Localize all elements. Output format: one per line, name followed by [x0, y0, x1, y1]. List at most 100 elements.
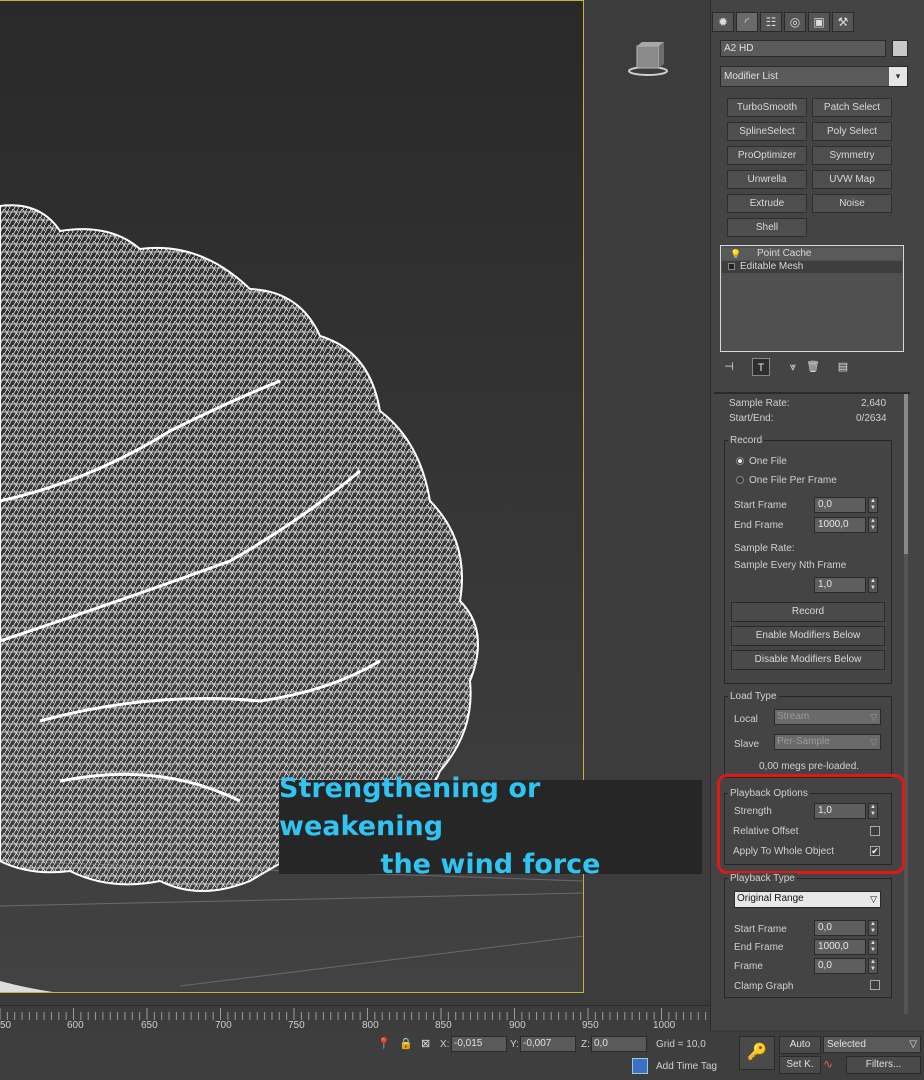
set-key-button[interactable]: Set K.: [779, 1056, 821, 1074]
splineselect-button[interactable]: SplineSelect: [727, 122, 807, 141]
dropdown-value: Stream: [777, 711, 810, 722]
chevron-down-icon: ▾: [889, 67, 907, 86]
slave-dropdown[interactable]: Per-Sample ▽: [774, 734, 881, 750]
one-file-per-frame-label: One File Per Frame: [749, 475, 837, 486]
spinner-arrows-icon[interactable]: ▲ ▼: [868, 939, 878, 955]
viewcube-icon[interactable]: [628, 40, 668, 76]
spinner-arrows-icon[interactable]: ▲ ▼: [868, 920, 878, 936]
timeline-tick-label: 950: [582, 1020, 599, 1031]
auto-key-button[interactable]: Auto: [779, 1036, 821, 1054]
timeline-ruler[interactable]: [0, 1005, 710, 1032]
timeline-tick-label: 600: [67, 1020, 84, 1031]
spinner-arrows-icon[interactable]: ▲ ▼: [868, 517, 878, 533]
y-coordinate-field[interactable]: -0,007: [520, 1036, 576, 1052]
chevron-down-icon: ▽: [870, 894, 877, 904]
pin-stack-icon[interactable]: ⊣: [720, 358, 738, 376]
set-key-icon[interactable]: 🔑: [739, 1036, 775, 1070]
turbosmooth-button[interactable]: TurboSmooth: [727, 98, 807, 117]
object-name-field[interactable]: A2 HD: [720, 40, 886, 57]
highlight-outline: [717, 774, 905, 874]
stack-item-point-cache[interactable]: 💡 Point Cache: [722, 248, 902, 260]
dropdown-value: Selected: [827, 1039, 866, 1050]
start-frame-spinner[interactable]: 0,0 ▲ ▼: [814, 497, 880, 513]
frame-spinner[interactable]: 0,0 ▲ ▼: [814, 958, 880, 974]
one-file-per-frame-radio[interactable]: [736, 476, 744, 484]
spinner-arrows-icon[interactable]: ▲ ▼: [868, 577, 878, 593]
local-dropdown[interactable]: Stream ▽: [774, 709, 881, 725]
shell-button[interactable]: Shell: [727, 218, 807, 237]
playback-type-dropdown[interactable]: Original Range ▽: [734, 891, 881, 908]
chevron-down-icon: ▽: [870, 737, 877, 747]
remove-modifier-icon[interactable]: 🗑: [804, 358, 822, 376]
make-unique-icon[interactable]: ⩔: [784, 358, 802, 376]
caption-line-1: Strengthening or weakening: [279, 773, 541, 842]
isolate-selection-icon[interactable]: 📍: [377, 1037, 391, 1050]
modifier-list-label: Modifier List: [724, 71, 778, 82]
record-button[interactable]: Record: [731, 602, 885, 622]
spinner-field[interactable]: 0,0: [814, 958, 866, 974]
lightbulb-icon[interactable]: 💡: [730, 248, 741, 260]
spinner-arrows-icon[interactable]: ▲ ▼: [868, 958, 878, 974]
timeline-tick-label: 700: [215, 1020, 232, 1031]
start-end-value: 0/2634: [856, 413, 887, 424]
poly-select-button[interactable]: Poly Select: [812, 122, 892, 141]
spinner-arrows-icon[interactable]: ▲ ▼: [868, 497, 878, 513]
motion-icon[interactable]: ◎: [784, 12, 806, 32]
display-icon[interactable]: ▣: [808, 12, 830, 32]
one-file-label: One File: [749, 456, 787, 467]
sample-nth-spinner[interactable]: 1,0 ▲ ▼: [814, 577, 880, 593]
utilities-icon[interactable]: ⚒: [832, 12, 854, 32]
modifier-list-dropdown[interactable]: Modifier List ▾: [720, 66, 908, 87]
noise-button[interactable]: Noise: [812, 194, 892, 213]
disable-modifiers-below-button[interactable]: Disable Modifiers Below: [731, 650, 885, 670]
one-file-radio[interactable]: [736, 457, 744, 465]
z-coordinate-field[interactable]: 0,0: [591, 1036, 647, 1052]
start-end-label: Start/End:: [729, 413, 774, 424]
time-tag-icon[interactable]: [632, 1058, 648, 1074]
expand-icon[interactable]: [728, 263, 735, 270]
key-filters-button[interactable]: Filters...: [846, 1056, 921, 1074]
create-icon[interactable]: ✹: [712, 12, 734, 32]
x-label: X:: [440, 1039, 450, 1050]
sample-rate-label: Sample Rate:: [729, 398, 790, 409]
sample-rate-value: 2,640: [861, 398, 887, 409]
uvw-map-button[interactable]: UVW Map: [812, 170, 892, 189]
modify-icon[interactable]: ◜: [736, 12, 758, 32]
add-time-tag-button[interactable]: Add Time Tag: [656, 1061, 717, 1072]
modifier-stack[interactable]: 💡 Point Cache Editable Mesh: [720, 245, 904, 352]
timeline-tick-label: 800: [362, 1020, 379, 1031]
timeline-tick-label: 900: [509, 1020, 526, 1031]
spinner-field[interactable]: 1000,0: [814, 517, 866, 533]
spinner-field[interactable]: 0,0: [814, 920, 866, 936]
spinner-field[interactable]: 0,0: [814, 497, 866, 513]
patch-select-button[interactable]: Patch Select: [812, 98, 892, 117]
x-coordinate-field[interactable]: -0,015: [451, 1036, 507, 1052]
object-color-swatch[interactable]: [892, 40, 908, 57]
key-filter-selected-dropdown[interactable]: Selected ▽: [823, 1036, 921, 1053]
dropdown-value: Per-Sample: [777, 736, 830, 747]
record-sample-rate-label: Sample Rate:: [734, 543, 795, 554]
y-label: Y:: [510, 1039, 519, 1050]
show-end-result-icon[interactable]: T: [752, 358, 770, 376]
stack-item-label: Editable Mesh: [740, 261, 804, 272]
rollout-scrollbar[interactable]: [904, 394, 908, 1014]
spinner-field[interactable]: 1000,0: [814, 939, 866, 955]
configure-modifier-sets-icon[interactable]: ▤: [834, 358, 852, 376]
prooptimizer-button[interactable]: ProOptimizer: [727, 146, 807, 165]
absolute-mode-icon[interactable]: ⊠: [421, 1037, 430, 1050]
curve-editor-icon[interactable]: ∿: [823, 1057, 833, 1071]
spinner-field[interactable]: 1,0: [814, 577, 866, 593]
stack-item-label: Point Cache: [757, 248, 812, 259]
hierarchy-icon[interactable]: ☷: [760, 12, 782, 32]
lock-icon[interactable]: 🔒: [399, 1037, 413, 1050]
unwrella-button[interactable]: Unwrella: [727, 170, 807, 189]
tutorial-caption: Strengthening or weakening the wind forc…: [279, 773, 702, 880]
clamp-graph-checkbox[interactable]: [870, 980, 880, 990]
enable-modifiers-below-button[interactable]: Enable Modifiers Below: [731, 626, 885, 646]
stack-item-editable-mesh[interactable]: Editable Mesh: [722, 261, 902, 273]
symmetry-button[interactable]: Symmetry: [812, 146, 892, 165]
pt-start-frame-spinner[interactable]: 0,0 ▲ ▼: [814, 920, 880, 936]
extrude-button[interactable]: Extrude: [727, 194, 807, 213]
pt-end-frame-spinner[interactable]: 1000,0 ▲ ▼: [814, 939, 880, 955]
end-frame-spinner[interactable]: 1000,0 ▲ ▼: [814, 517, 880, 533]
